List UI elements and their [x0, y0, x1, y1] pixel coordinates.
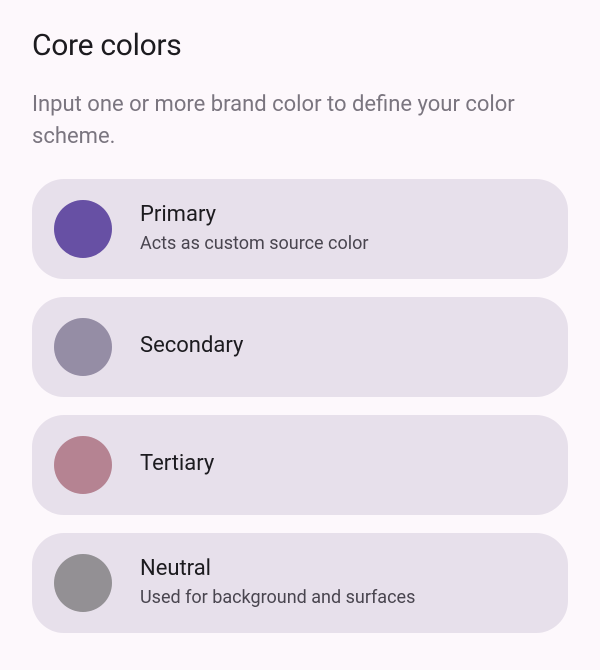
color-item-text: Tertiary [140, 450, 214, 479]
color-item-tertiary[interactable]: Tertiary [32, 415, 568, 515]
color-item-description: Acts as custom source color [140, 231, 369, 256]
color-swatch-neutral [54, 554, 112, 612]
color-swatch-tertiary [54, 436, 112, 494]
color-item-label: Secondary [140, 332, 243, 361]
color-item-text: Neutral Used for background and surfaces [140, 555, 415, 611]
color-item-neutral[interactable]: Neutral Used for background and surfaces [32, 533, 568, 633]
color-item-primary[interactable]: Primary Acts as custom source color [32, 179, 568, 279]
color-swatch-primary [54, 200, 112, 258]
color-item-label: Primary [140, 201, 369, 230]
color-swatch-secondary [54, 318, 112, 376]
color-item-label: Neutral [140, 555, 415, 584]
page-title: Core colors [32, 28, 568, 63]
color-item-secondary[interactable]: Secondary [32, 297, 568, 397]
color-item-description: Used for background and surfaces [140, 585, 415, 610]
color-item-label: Tertiary [140, 450, 214, 479]
color-list: Primary Acts as custom source color Seco… [32, 179, 568, 633]
color-item-text: Secondary [140, 332, 243, 361]
page-subtitle: Input one or more brand color to define … [32, 89, 568, 153]
color-item-text: Primary Acts as custom source color [140, 201, 369, 257]
